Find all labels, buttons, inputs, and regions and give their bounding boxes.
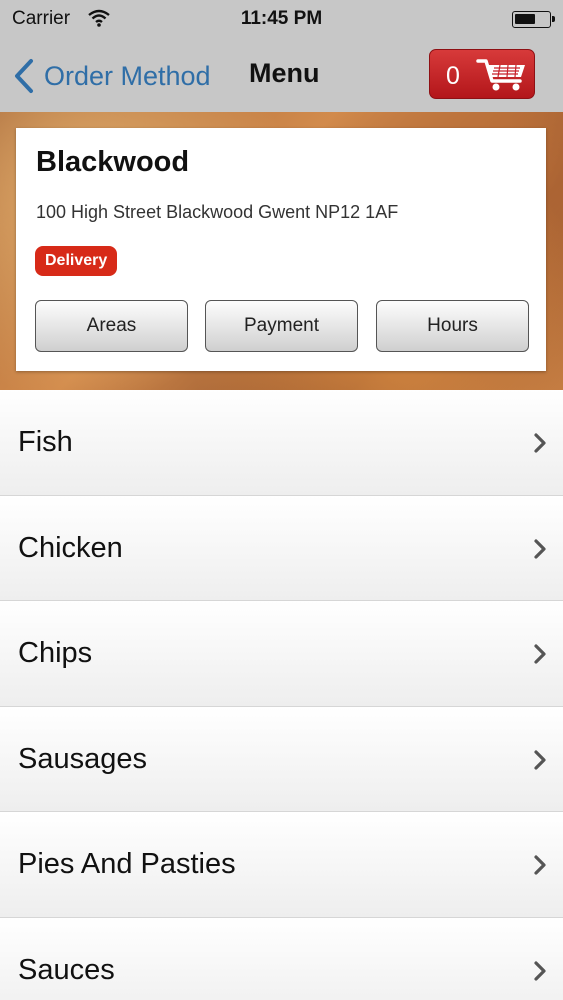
menu-item-label: Sausages: [18, 742, 147, 775]
menu-item-label: Chicken: [18, 531, 123, 564]
chevron-right-icon: [534, 644, 546, 664]
page-title: Menu: [249, 58, 320, 88]
menu-item-sauces[interactable]: Sauces: [0, 917, 563, 1000]
cart-count: 0: [446, 62, 460, 90]
clock: 11:45 PM: [240, 8, 323, 29]
menu-category-list: Fish Chicken Chips Sausages Pies And Pas…: [0, 390, 563, 1000]
shopping-cart-icon: [476, 59, 525, 91]
chevron-right-icon: [534, 749, 546, 770]
areas-button[interactable]: Areas: [35, 300, 188, 352]
menu-item-sausages[interactable]: Sausages: [0, 706, 563, 812]
shop-info-card: Blackwood 100 High Street Blackwood Gwen…: [16, 128, 546, 371]
hours-button[interactable]: Hours: [376, 300, 529, 352]
menu-item-label: Chips: [18, 637, 93, 669]
chevron-left-icon: [15, 59, 33, 93]
chevron-right-icon: [534, 433, 546, 453]
navigation-bar: Carrier 11:45 PM Order Method Menu 0: [0, 0, 563, 112]
menu-item-chips[interactable]: Chips: [0, 601, 563, 707]
chevron-right-icon: [534, 538, 546, 559]
cart-button[interactable]: 0: [429, 49, 535, 99]
back-button-label: Order Method: [44, 60, 211, 91]
menu-item-label: Sauces: [18, 953, 115, 986]
back-button[interactable]: Order Method: [12, 56, 211, 96]
status-bar: Carrier 11:45 PM: [0, 0, 563, 38]
payment-button[interactable]: Payment: [205, 300, 358, 352]
menu-item-fish[interactable]: Fish: [0, 390, 563, 496]
menu-item-label: Pies And Pasties: [18, 848, 236, 880]
menu-item-pies-and-pasties[interactable]: Pies And Pasties: [0, 812, 563, 918]
shop-address: 100 High Street Blackwood Gwent NP12 1AF: [36, 202, 399, 222]
chevron-right-icon: [534, 960, 546, 981]
battery-icon: [512, 11, 555, 28]
menu-item-chicken[interactable]: Chicken: [0, 495, 563, 601]
chevron-right-icon: [534, 855, 546, 875]
menu-item-label: Fish: [18, 426, 73, 458]
delivery-badge: Delivery: [35, 246, 118, 276]
shop-name: Blackwood: [36, 146, 190, 178]
